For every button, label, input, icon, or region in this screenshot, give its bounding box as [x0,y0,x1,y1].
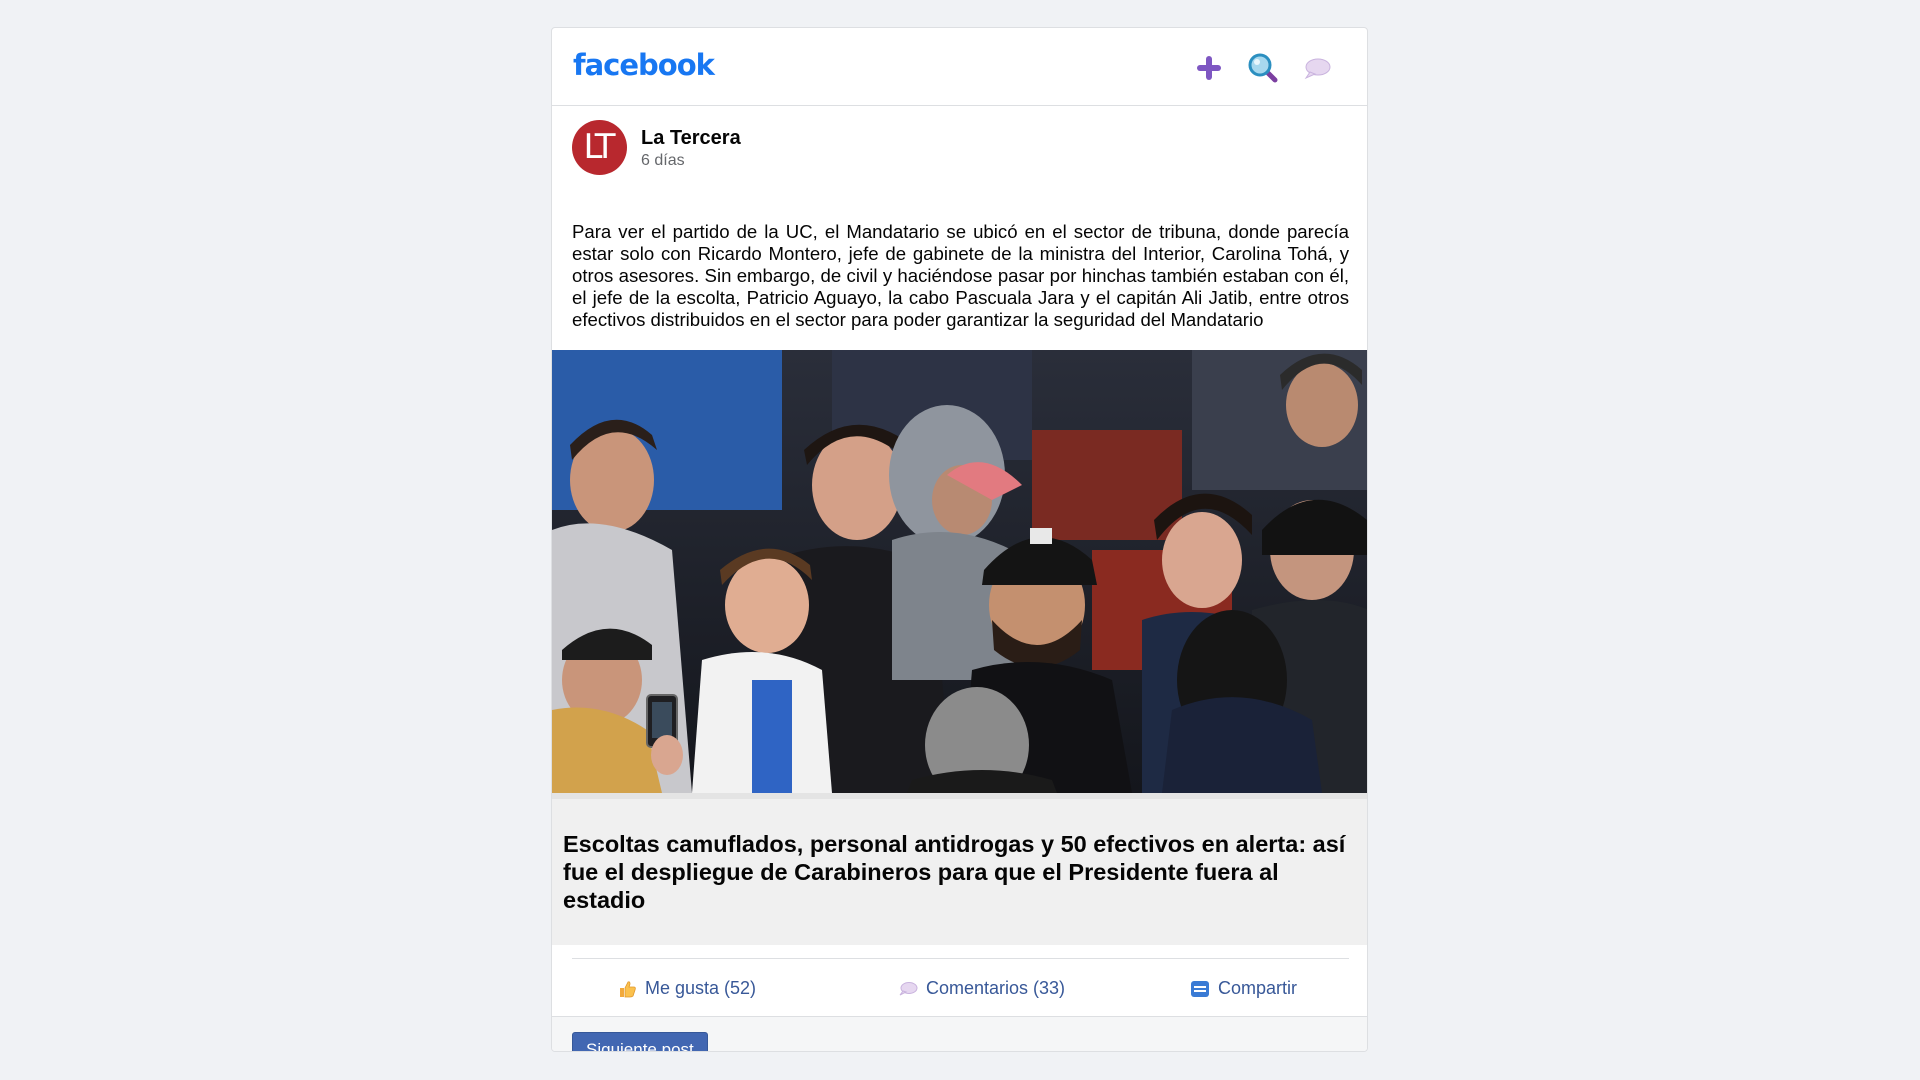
facebook-logo[interactable]: facebook [573,48,715,82]
post-image[interactable] [552,350,1368,793]
post-card: facebook LT La Tercera 6 días Para ver e… [551,27,1368,1052]
comment-icon [899,981,918,995]
share-icon [1191,980,1209,997]
action-bar: Me gusta (52) Comentarios (33) Compartir [572,958,1349,1015]
next-post-button[interactable]: Siguiente post [572,1032,708,1051]
post-text: Para ver el partido de la UC, el Mandata… [572,221,1349,330]
author-name[interactable]: La Tercera [641,127,741,150]
top-bar: facebook [552,28,1367,106]
chat-icon[interactable] [1301,52,1333,84]
share-button[interactable]: Compartir [1190,978,1297,999]
thumbs-up-icon [620,980,636,997]
plus-icon[interactable] [1193,52,1225,84]
like-label: Me gusta (52) [645,978,757,998]
post-time[interactable]: 6 días [641,152,685,170]
link-preview[interactable]: Escoltas camuflados, personal antidrogas… [552,793,1367,945]
top-icons [1193,52,1333,84]
comment-button[interactable]: Comentarios (33) [898,978,1065,999]
like-button[interactable]: Me gusta (52) [617,978,756,999]
share-label: Compartir [1218,978,1298,998]
footer: Siguiente post [552,1016,1367,1051]
avatar[interactable]: LT [572,120,627,175]
link-headline[interactable]: Escoltas camuflados, personal antidrogas… [563,830,1363,914]
search-icon[interactable] [1247,52,1279,84]
comments-label: Comentarios (33) [926,978,1066,998]
